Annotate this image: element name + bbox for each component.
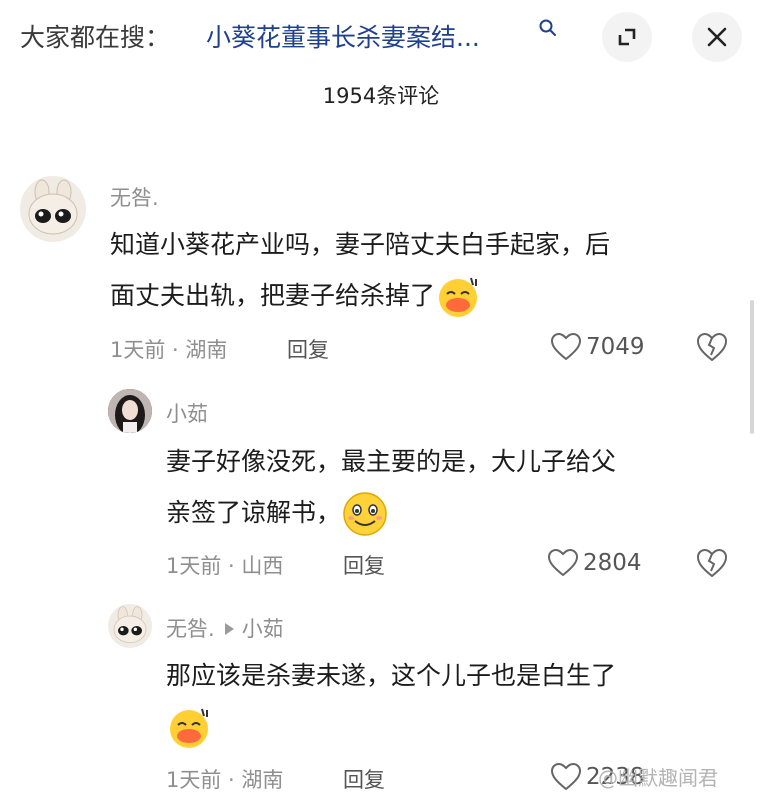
comment-text-line: 面丈夫出轨，把妻子给杀掉了 [110, 270, 481, 321]
reply-location: 山西 [241, 554, 284, 578]
comment-username[interactable]: 无咎. [110, 182, 159, 212]
user-photo-avatar-icon [108, 389, 152, 433]
bunny-avatar-icon [28, 179, 78, 235]
heart-icon [550, 762, 582, 791]
comment-time: 1天前 [110, 338, 166, 362]
avatar[interactable] [20, 176, 86, 242]
reply-to-arrow-icon [224, 623, 234, 635]
watermark: @幽默趣闻君 [598, 766, 718, 790]
reply-target-user[interactable]: 小茹 [242, 617, 284, 641]
comment-text: 面丈夫出轨，把妻子给杀掉了 [110, 281, 436, 310]
reply-text-line [166, 701, 212, 752]
smile-emoji-icon [343, 492, 387, 536]
comment-meta: 1天前 · 湖南 [110, 338, 228, 362]
laughing-emoji-icon [170, 708, 208, 748]
broken-heart-icon[interactable] [695, 330, 729, 364]
comment-count: 1954条评论 [322, 84, 440, 108]
like-count: 7049 [586, 334, 645, 360]
reply-meta: 1天前 · 山西 [166, 554, 284, 578]
heart-icon [550, 332, 582, 361]
comment-text-line: 知道小葵花产业吗，妻子陪丈夫白手起家，后 [110, 230, 611, 259]
scrollbar[interactable] [750, 300, 754, 434]
reply-text-line: 亲签了谅解书， [166, 487, 389, 538]
reply-button[interactable]: 回复 [343, 764, 385, 794]
like-count: 2804 [583, 550, 642, 576]
top-bar: 大家都在搜： 小葵花董事长杀妻案结... [0, 0, 762, 76]
reply-button[interactable]: 回复 [343, 550, 385, 580]
reply-meta: 1天前 · 湖南 [166, 768, 284, 792]
like-button[interactable]: 2804 [547, 546, 642, 580]
reply-username[interactable]: 小茹 [166, 398, 208, 428]
avatar[interactable] [108, 389, 152, 433]
search-icon[interactable] [538, 18, 558, 40]
shrink-window-button[interactable] [602, 12, 652, 62]
search-prefix: 大家都在搜： [20, 23, 171, 52]
laughing-emoji-icon [439, 277, 478, 317]
shrink-window-icon [618, 28, 636, 46]
broken-heart-icon[interactable] [695, 546, 729, 580]
reply-time: 1天前 [166, 768, 222, 792]
reply-text-line: 妻子好像没死，最主要的是，大儿子给父 [166, 447, 617, 476]
reply-button[interactable]: 回复 [287, 334, 329, 364]
reply-author[interactable]: 无咎. [166, 617, 215, 641]
reply-text: 亲签了谅解书， [166, 498, 342, 527]
bunny-avatar-icon [113, 606, 147, 643]
trending-search-link[interactable]: 小葵花董事长杀妻案结... [206, 18, 480, 54]
heart-icon [547, 548, 579, 577]
close-icon [707, 27, 727, 47]
reply-time: 1天前 [166, 554, 222, 578]
reply-text-line: 那应该是杀妻未遂，这个儿子也是白生了 [166, 661, 617, 690]
reply-location: 湖南 [241, 768, 284, 792]
like-button[interactable]: 7049 [550, 330, 645, 364]
reply-username: 无咎. 小茹 [166, 613, 284, 643]
avatar[interactable] [108, 604, 152, 648]
close-button[interactable] [692, 12, 742, 62]
comment-location: 湖南 [185, 338, 228, 362]
